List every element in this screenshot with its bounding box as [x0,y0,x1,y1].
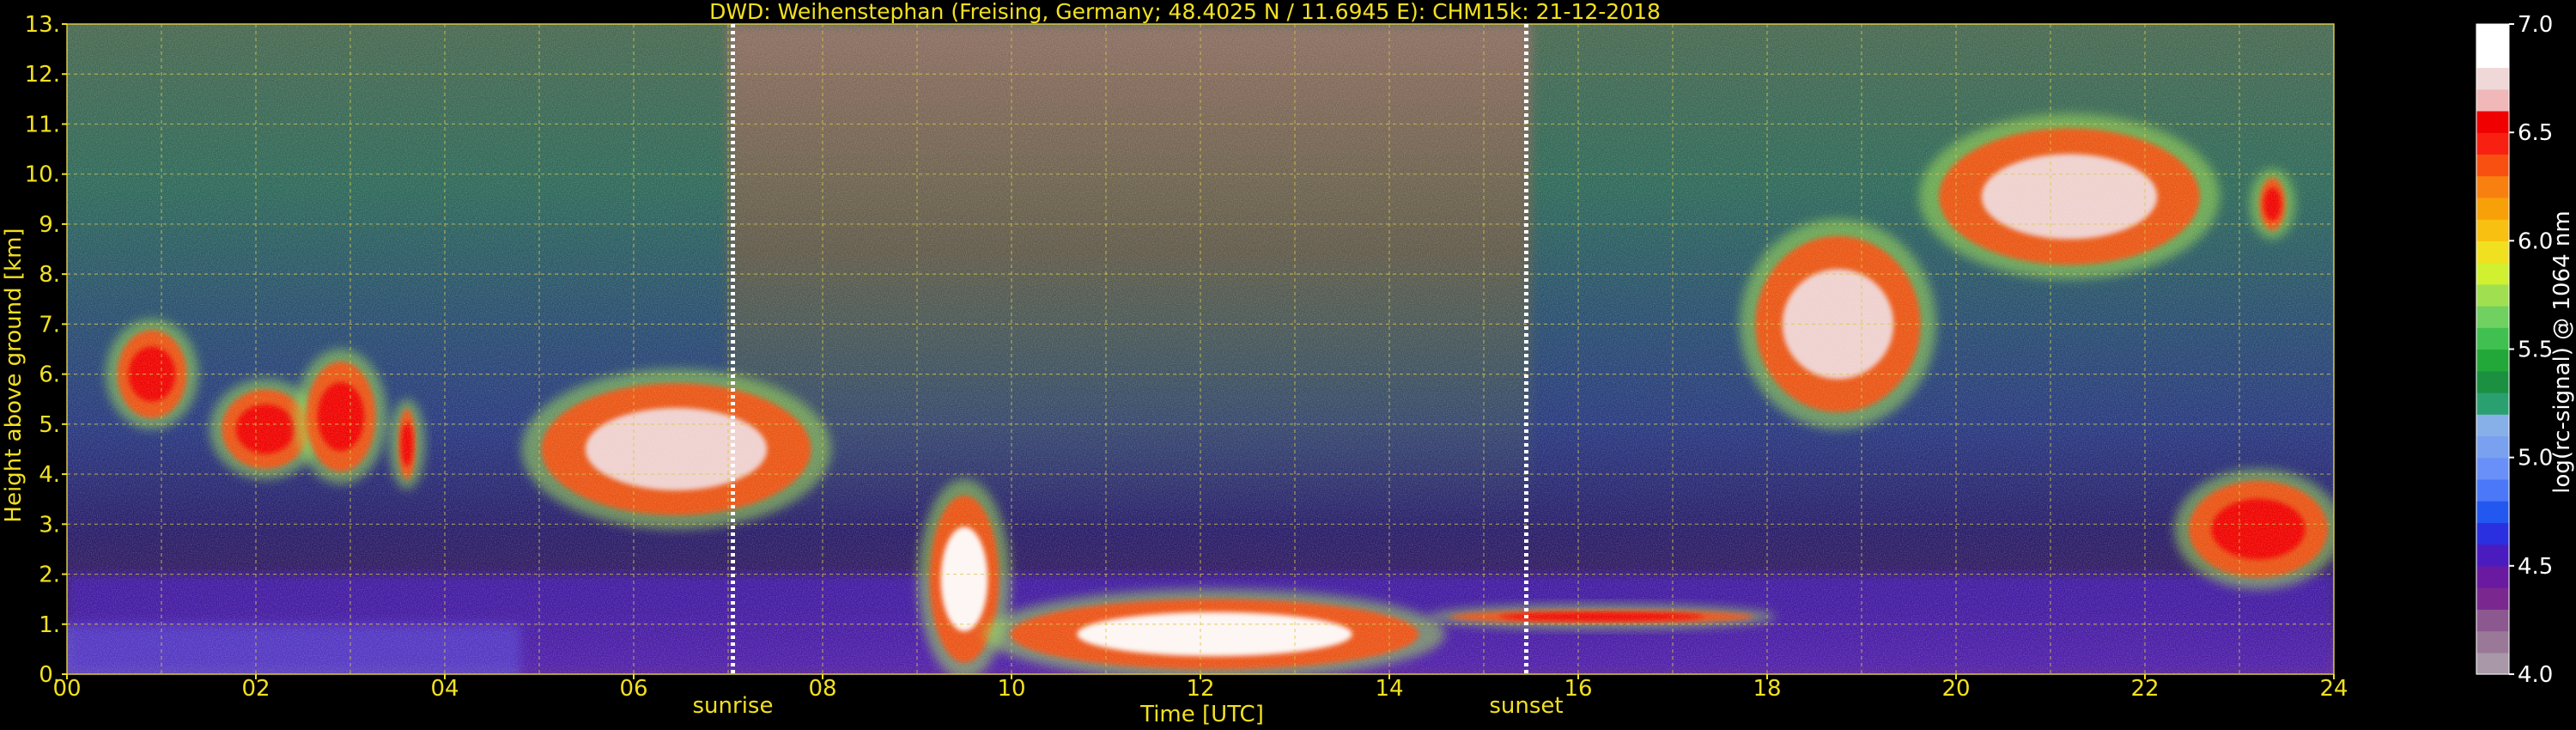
colorbar-tick-label: 6.0 [2518,228,2553,254]
y-tick-label: 0. [39,662,60,688]
x-tick-label: 02 [241,676,270,702]
y-tick-label: 6. [39,362,60,388]
colorbar-swatch [2476,349,2509,372]
colorbar-swatch [2476,110,2509,133]
x-tick-label: 20 [1941,676,1970,702]
x-tick-label: 08 [808,676,836,702]
y-tick-label: 8. [39,262,60,288]
colorbar-swatch [2476,522,2509,545]
colorbar-swatch [2476,306,2509,328]
colorbar-swatch [2476,240,2509,264]
y-axis-label: Height above ground [km] [1,228,27,522]
colorbar-swatch [2476,630,2509,654]
x-tick-label: 14 [1375,676,1403,702]
colorbar-swatch [2476,370,2509,393]
colorbar-swatch [2476,283,2509,307]
colorbar-swatch [2476,24,2509,46]
y-tick-label: 7. [39,312,60,338]
colorbar-tick-label: 4.0 [2518,662,2553,688]
colorbar-swatch [2476,652,2509,675]
y-tick-label: 10. [25,162,60,188]
x-axis-label: Time [UTC] [1139,702,1264,727]
colorbar-label: log(rc-signal) @ 1064 nm [2549,210,2575,493]
colorbar-swatch [2476,175,2509,198]
colorbar-swatch [2476,565,2509,588]
colorbar-swatch [2476,262,2509,285]
y-tick-label: 12. [25,62,60,88]
colorbar-tick-label: 5.0 [2518,446,2553,471]
colorbar-swatch [2476,587,2509,610]
colorbar-swatch [2476,154,2509,177]
colorbar-swatch [2476,478,2509,502]
colorbar-tick-label: 7.0 [2518,12,2553,38]
colorbar-swatch [2476,327,2509,350]
colorbar-swatch [2476,46,2509,69]
colorbar-swatch [2476,435,2509,459]
y-tick-label: 9. [39,212,60,238]
chart-title: DWD: Weihenstephan (Freising, Germany; 4… [709,0,1661,24]
y-tick-label: 5. [39,412,60,438]
colorbar-swatch [2476,414,2509,437]
colorbar-tick-label: 4.5 [2518,554,2553,580]
colorbar-swatch [2476,219,2509,241]
y-tick-label: 1. [39,612,60,638]
colorbar-swatch [2476,197,2509,220]
ceilometer-figure: sunrise sunset 00 02 04 06 08 10 12 14 16 18 20 22 24… [1,0,2575,727]
y-tick-label: 2. [39,563,60,588]
colorbar-swatch [2476,88,2509,112]
colorbar-swatch [2476,609,2509,632]
x-tick-label: 12 [1186,676,1214,702]
colorbar-swatch [2476,132,2509,155]
x-tick-label: 18 [1753,676,1781,702]
x-tick-label: 16 [1564,676,1592,702]
colorbar-tick-label: 5.5 [2518,338,2553,363]
plot-area [67,24,2334,674]
colorbar-swatch [2476,544,2509,567]
x-tick-label: 22 [2130,676,2159,702]
colorbar-swatch [2476,392,2509,415]
y-tick-label: 3. [39,512,60,538]
y-tick-label: 13. [25,12,60,38]
colorbar: 4.0 4.5 5.0 5.5 6.0 6.5 7.0 [2476,12,2553,688]
y-tick-label: 4. [39,462,60,488]
marker-label-sunrise: sunrise [693,693,774,719]
colorbar-swatch [2476,457,2509,480]
y-tick-label: 11. [25,112,60,137]
x-tick-label: 04 [430,676,459,702]
colorbar-tick-label: 6.5 [2518,120,2553,146]
x-tick-label: 24 [2319,676,2348,702]
x-tick-label: 10 [997,676,1025,702]
colorbar-swatch [2476,67,2509,90]
x-tick-label: 06 [619,676,647,702]
x-axis-ticks: 00 02 04 06 08 10 12 14 16 18 20 22 24 [52,674,2348,702]
y-axis-ticks: 0. 1. 2. 3. 4. 5. 6. 7. 8. 9. 10. 11. 12. 13. [25,12,67,688]
colorbar-swatch [2476,501,2509,523]
marker-label-sunset: sunset [1489,693,1563,719]
